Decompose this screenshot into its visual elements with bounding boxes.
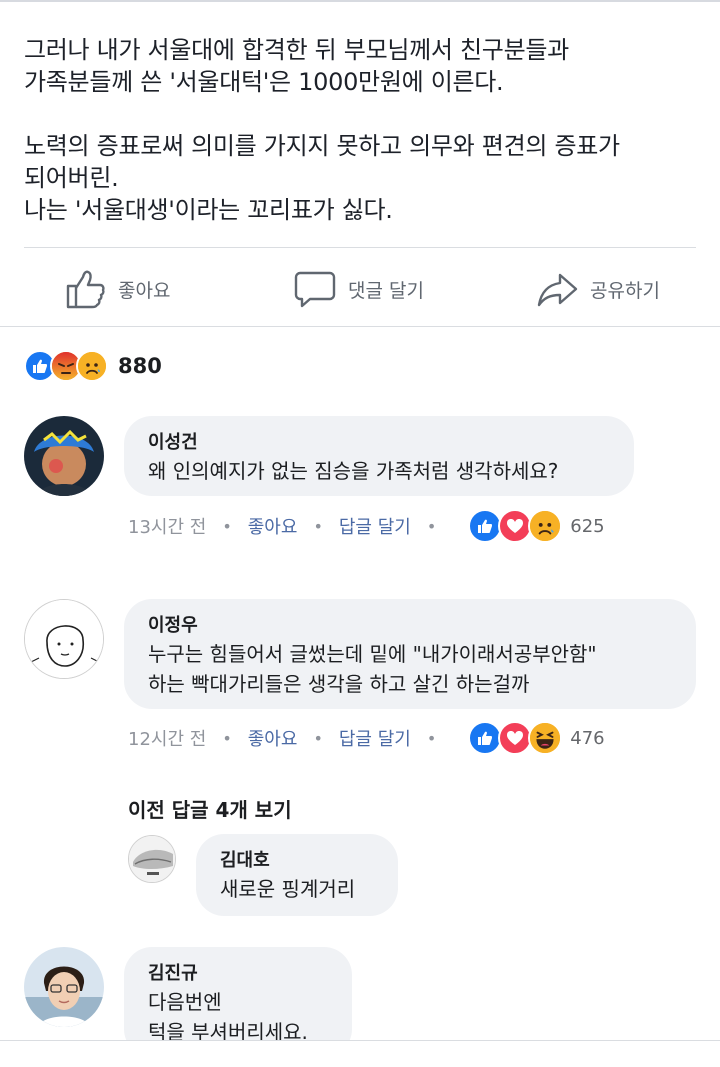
avatar[interactable]	[24, 947, 104, 1027]
separator-dot: •	[426, 728, 437, 748]
actions-divider	[0, 326, 720, 327]
commenter-name[interactable]: 이성건	[148, 430, 610, 456]
avatar[interactable]	[24, 416, 104, 496]
separator-dot: •	[222, 516, 232, 536]
post-body: 그러나 내가 서울대에 합격한 뒤 부모님께서 친구분들과 가족분들께 쓴 '서…	[24, 34, 704, 226]
comment-text: 왜 인의예지가 없는 짐승을 가족처럼 생각하세요?	[148, 459, 559, 483]
love-icon	[498, 721, 533, 755]
comment-meta: 13시간 전 • 좋아요 • 답글 달기 • 625	[128, 508, 605, 544]
share-label: 공유하기	[590, 279, 660, 302]
comment-reaction-count: 476	[570, 727, 605, 749]
thumbs-up-icon	[64, 269, 106, 309]
like-button[interactable]: 좋아요	[64, 262, 170, 316]
comment-reaction-count: 625	[570, 515, 605, 537]
comment-text: 누구는 힘들어서 글썼는데 밑에 "내가이래서공부안함" 하는 빡대가리들은 생…	[148, 642, 597, 696]
like-icon	[468, 509, 503, 543]
comment-reactions[interactable]: 476	[468, 721, 605, 755]
post-paragraph-1: 그러나 내가 서울대에 합격한 뒤 부모님께서 친구분들과 가족분들께 쓴 '서…	[24, 36, 569, 96]
haha-icon	[528, 721, 563, 755]
share-button[interactable]: 공유하기	[536, 262, 660, 316]
commenter-name[interactable]: 김대호	[220, 848, 374, 874]
separator-dot: •	[313, 516, 323, 536]
love-icon	[498, 509, 533, 543]
reaction-summary[interactable]: 880	[24, 348, 162, 384]
comment-button[interactable]: 댓글 달기	[294, 262, 424, 316]
comment-meta: 12시간 전 • 좋아요 • 답글 달기 • 476	[128, 720, 605, 756]
sad-icon	[528, 509, 563, 543]
comment-like-link[interactable]: 좋아요	[248, 725, 298, 751]
post-action-bar: 좋아요 댓글 달기 공유하기	[0, 262, 720, 316]
comment-bubble: 이정우 누구는 힘들어서 글썼는데 밑에 "내가이래서공부안함" 하는 빡대가리…	[124, 599, 696, 709]
comment-reply-link[interactable]: 답글 달기	[339, 513, 411, 539]
commenter-name[interactable]: 김진규	[148, 961, 328, 987]
comment-reactions[interactable]: 625	[468, 509, 605, 543]
separator-dot: •	[222, 728, 232, 748]
like-label: 좋아요	[118, 279, 171, 302]
comment-bubble: 이성건 왜 인의예지가 없는 짐승을 가족처럼 생각하세요?	[124, 416, 634, 496]
separator-dot: •	[426, 516, 437, 536]
comment-time[interactable]: 13시간 전	[128, 513, 206, 539]
avatar[interactable]	[128, 835, 176, 883]
comment-label: 댓글 달기	[348, 279, 424, 302]
reply-bubble: 김대호 새로운 핑계거리	[196, 834, 398, 916]
comment-text: 다음번엔 턱을 부셔버리세요.	[148, 990, 308, 1044]
post-paragraph-2: 노력의 증표로써 의미를 가지지 못하고 의무와 편견의 증표가 되어버린. 나…	[24, 132, 620, 224]
top-divider	[0, 0, 720, 2]
bottom-comment-bar	[0, 1040, 720, 1067]
share-arrow-icon	[536, 269, 578, 309]
like-icon	[468, 721, 503, 755]
comment-like-link[interactable]: 좋아요	[248, 513, 298, 539]
separator-dot: •	[313, 728, 323, 748]
comment-reply-link[interactable]: 답글 달기	[339, 725, 411, 751]
reaction-count: 880	[118, 354, 162, 378]
comment-text: 새로운 핑계거리	[220, 877, 356, 901]
speech-bubble-icon	[294, 269, 336, 309]
view-previous-replies[interactable]: 이전 답글 4개 보기	[128, 794, 292, 823]
post-divider	[24, 247, 696, 248]
sad-icon	[76, 350, 108, 382]
comment-time[interactable]: 12시간 전	[128, 725, 206, 751]
commenter-name[interactable]: 이정우	[148, 613, 672, 639]
avatar[interactable]	[24, 599, 104, 679]
